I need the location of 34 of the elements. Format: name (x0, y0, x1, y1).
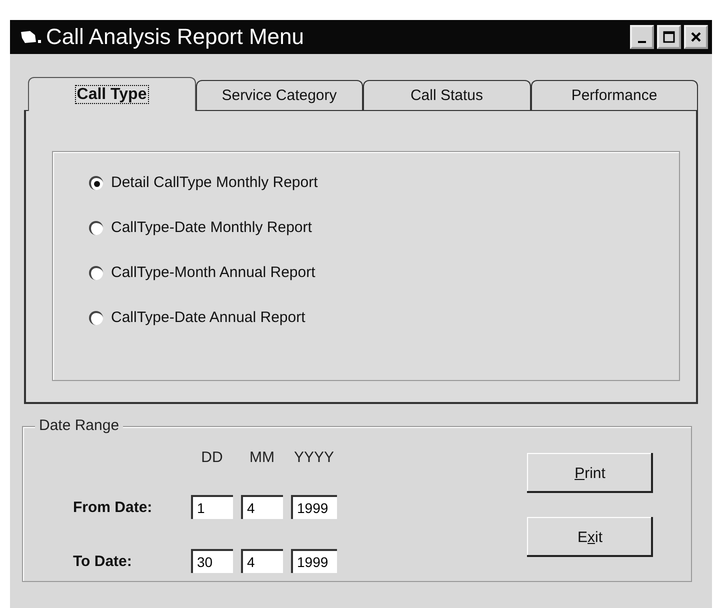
column-header: MM (248, 448, 276, 466)
print-button[interactable]: Print (527, 453, 653, 493)
input-field[interactable]: 4 (241, 549, 283, 574)
minimize-button[interactable] (630, 25, 654, 49)
window-title: Call Analysis Report Menu (46, 24, 304, 50)
radio-button[interactable] (89, 310, 103, 324)
exit-button[interactable]: Exit (527, 517, 653, 557)
maximize-icon (663, 31, 675, 43)
radio-option[interactable]: CallType-Date Annual Report (89, 309, 306, 326)
radio-button[interactable] (89, 220, 103, 234)
maximize-button[interactable] (657, 25, 681, 49)
minimize-icon (638, 41, 646, 43)
radio-option[interactable]: CallType-Month Annual Report (89, 264, 316, 281)
column-header: YYYY (292, 448, 336, 466)
radio-option[interactable]: Detail CallType Monthly Report (89, 174, 318, 191)
tab[interactable]: Call Type (28, 77, 196, 111)
radio-option[interactable]: CallType-Date Monthly Report (89, 219, 312, 236)
input-field[interactable]: 4 (241, 495, 283, 520)
input-field[interactable]: 1999 (291, 549, 337, 574)
tab[interactable]: Call Status (363, 80, 530, 110)
column-header: DD (200, 448, 224, 466)
field-label: From Date: (73, 498, 154, 516)
tab[interactable]: Service Category (196, 80, 363, 110)
radio-button[interactable] (89, 266, 103, 280)
input-field[interactable]: 1 (191, 495, 233, 520)
close-icon (690, 31, 702, 43)
field-label: To Date: (73, 552, 133, 570)
group-title: Date Range (35, 417, 124, 434)
tab[interactable]: Performance (530, 80, 698, 110)
app-icon (20, 29, 42, 45)
input-field[interactable]: 1999 (291, 495, 337, 520)
radio-button[interactable] (89, 176, 103, 190)
input-field[interactable]: 30 (191, 549, 233, 574)
close-button[interactable] (684, 25, 708, 49)
